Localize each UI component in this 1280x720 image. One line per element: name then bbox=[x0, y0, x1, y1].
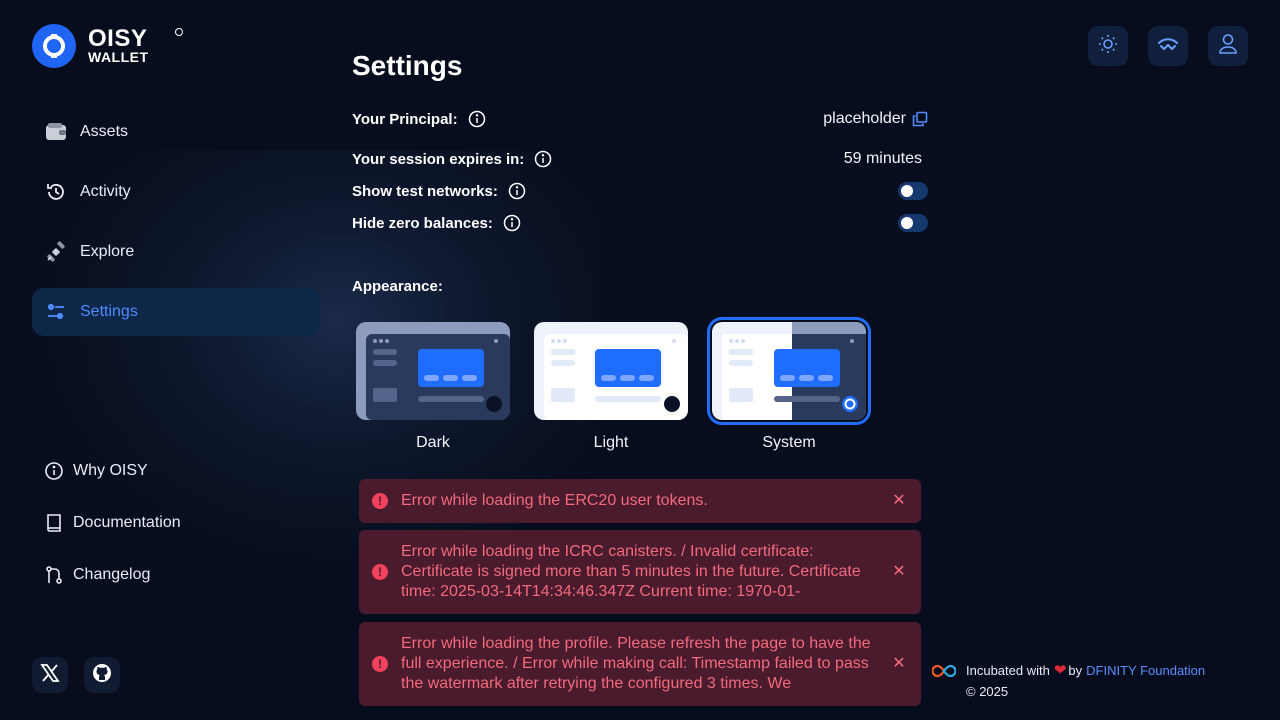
error-message: Error while loading the ICRC canisters. … bbox=[401, 543, 861, 600]
link-label: Documentation bbox=[73, 514, 181, 531]
page-title: Settings bbox=[352, 50, 463, 81]
registered-mark-icon bbox=[175, 28, 183, 36]
sidebar-item-label: Settings bbox=[80, 303, 138, 320]
error-alert: ! Error while loading the ICRC canisters… bbox=[359, 530, 921, 614]
logo-line-1: OISY bbox=[88, 24, 148, 52]
walletconnect-icon bbox=[1157, 37, 1179, 56]
theme-option-system[interactable]: System bbox=[707, 317, 871, 452]
close-icon[interactable]: ✕ bbox=[891, 562, 907, 582]
sidebar-item-settings[interactable]: Settings bbox=[32, 288, 320, 336]
principal-info-icon[interactable] bbox=[468, 110, 486, 128]
copyright: © 2025 bbox=[966, 684, 1009, 699]
sidebar-item-assets[interactable]: Assets bbox=[32, 108, 320, 156]
theme-option-light[interactable]: Light bbox=[534, 322, 688, 452]
github-icon bbox=[92, 663, 112, 688]
sidebar-item-activity[interactable]: Activity bbox=[32, 168, 320, 216]
session-row: Your session expires in: 59 minutes bbox=[352, 148, 928, 170]
sidebar-footer-links: Why OISY Documentation Changelog bbox=[44, 458, 181, 614]
sliders-icon bbox=[44, 300, 68, 324]
close-icon[interactable]: ✕ bbox=[891, 654, 907, 674]
error-message: Error while loading the profile. Please … bbox=[401, 635, 871, 692]
sidebar-item-explore[interactable]: Explore bbox=[32, 228, 320, 276]
link-label: Changelog bbox=[73, 566, 151, 583]
test-networks-toggle[interactable] bbox=[898, 182, 928, 200]
link-changelog[interactable]: Changelog bbox=[44, 562, 181, 588]
zero-balances-info-icon[interactable] bbox=[503, 214, 521, 232]
logo-line-2: WALLET bbox=[88, 48, 149, 65]
zero-balances-label: Hide zero balances: bbox=[352, 214, 493, 232]
zero-balances-toggle[interactable] bbox=[898, 214, 928, 232]
copy-icon[interactable] bbox=[912, 111, 928, 127]
sidebar-item-label: Activity bbox=[80, 183, 131, 200]
error-message: Error while loading the ERC20 user token… bbox=[401, 492, 708, 509]
top-actions bbox=[1088, 26, 1248, 66]
user-profile-button[interactable] bbox=[1208, 26, 1248, 66]
principal-label: Your Principal: bbox=[352, 110, 458, 128]
error-alert: ! Error while loading the profile. Pleas… bbox=[359, 622, 921, 706]
test-networks-label: Show test networks: bbox=[352, 182, 498, 200]
zero-balances-row: Hide zero balances: bbox=[352, 212, 928, 234]
session-value: 59 minutes bbox=[843, 150, 922, 167]
x-icon bbox=[40, 663, 60, 688]
principal-value: placeholder bbox=[823, 110, 906, 127]
history-icon bbox=[44, 180, 68, 204]
sidebar-item-label: Explore bbox=[80, 243, 135, 260]
error-icon: ! bbox=[372, 493, 388, 509]
user-icon bbox=[1218, 33, 1238, 60]
git-branch-icon bbox=[44, 565, 64, 585]
sidebar-nav: Assets Activity Explore Settings bbox=[32, 108, 320, 348]
appearance-label: Appearance: bbox=[352, 278, 443, 295]
theme-name-system: System bbox=[762, 434, 816, 451]
sun-icon bbox=[1097, 33, 1119, 60]
dfinity-logo-icon bbox=[932, 664, 956, 678]
x-twitter-button[interactable] bbox=[32, 657, 68, 693]
close-icon[interactable]: ✕ bbox=[891, 491, 907, 511]
dfinity-link[interactable]: DFINITY Foundation bbox=[1086, 660, 1205, 681]
book-icon bbox=[44, 513, 64, 533]
walletconnect-button[interactable] bbox=[1148, 26, 1188, 66]
system-theme-preview bbox=[707, 317, 871, 425]
dark-theme-preview bbox=[356, 322, 510, 420]
social-links bbox=[32, 657, 120, 693]
error-icon: ! bbox=[372, 564, 388, 580]
link-documentation[interactable]: Documentation bbox=[44, 510, 181, 536]
link-label: Why OISY bbox=[73, 462, 148, 479]
theme-name-light: Light bbox=[593, 434, 629, 451]
oisy-logo-icon bbox=[32, 24, 76, 68]
credit-prefix: Incubated with bbox=[966, 663, 1050, 678]
oisy-logo[interactable]: OISY WALLET bbox=[32, 24, 183, 68]
wallet-icon bbox=[44, 120, 68, 144]
link-why-oisy[interactable]: Why OISY bbox=[44, 458, 181, 484]
session-info-icon[interactable] bbox=[534, 150, 552, 168]
credit-by: by bbox=[1068, 663, 1083, 678]
logo-wordmark: OISY WALLET bbox=[88, 24, 149, 65]
footer-credit: Incubated with ❤ by DFINITY Foundation ©… bbox=[932, 660, 1205, 702]
sidebar-item-label: Assets bbox=[80, 123, 129, 140]
heart-icon: ❤ bbox=[1053, 662, 1067, 679]
error-icon: ! bbox=[372, 656, 388, 672]
test-networks-info-icon[interactable] bbox=[508, 182, 526, 200]
theme-toggle-button[interactable] bbox=[1088, 26, 1128, 66]
test-networks-row: Show test networks: bbox=[352, 180, 928, 202]
github-button[interactable] bbox=[84, 657, 120, 693]
theme-name-dark: Dark bbox=[416, 434, 450, 451]
session-label: Your session expires in: bbox=[352, 150, 525, 168]
theme-option-dark[interactable]: Dark bbox=[356, 322, 510, 452]
satellite-icon bbox=[44, 240, 68, 264]
principal-row: Your Principal: placeholder bbox=[352, 108, 928, 130]
error-alert: ! Error while loading the ERC20 user tok… bbox=[359, 479, 921, 523]
light-theme-preview bbox=[534, 322, 688, 420]
info-icon bbox=[44, 461, 64, 481]
